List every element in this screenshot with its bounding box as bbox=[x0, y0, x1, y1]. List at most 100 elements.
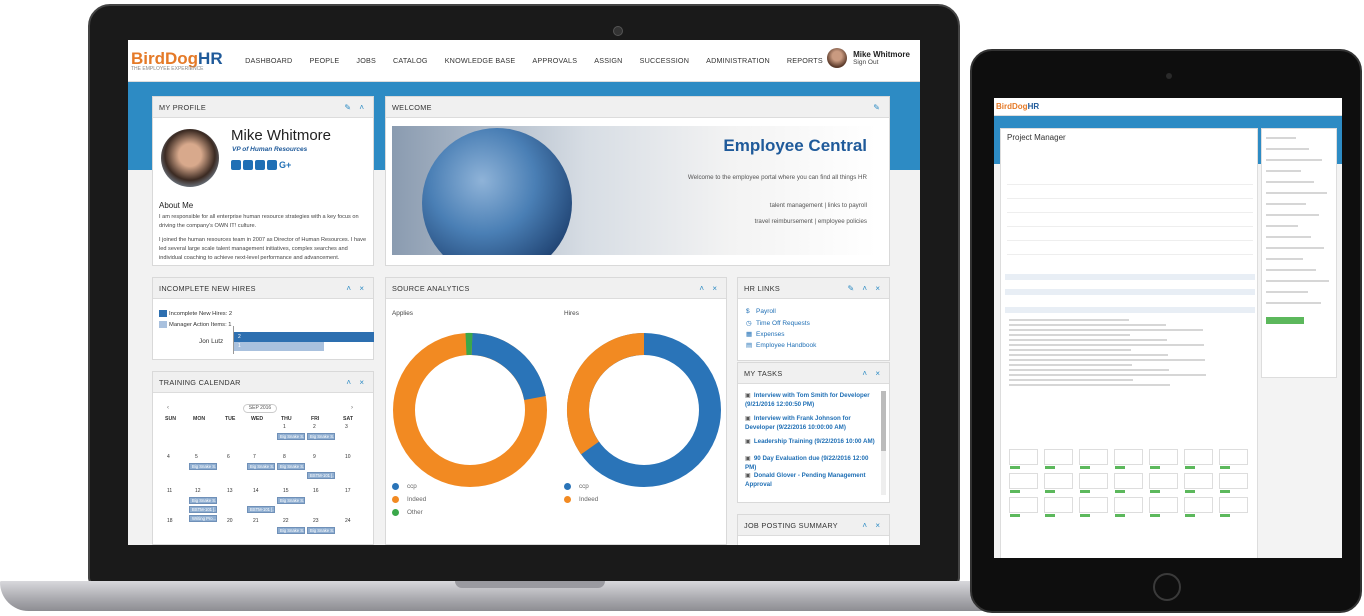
toggle-button[interactable] bbox=[1045, 490, 1055, 493]
job-board-logo[interactable] bbox=[1149, 473, 1178, 489]
panel-controls[interactable]: ˄ × bbox=[862, 521, 883, 530]
user-menu[interactable]: Mike Whitmore Sign Out bbox=[827, 48, 910, 68]
job-board-logo[interactable] bbox=[1009, 497, 1038, 513]
nav-succession[interactable]: SUCCESSION bbox=[631, 56, 698, 65]
section-header[interactable] bbox=[1005, 274, 1255, 280]
candidate-row[interactable] bbox=[1007, 233, 1253, 241]
calendar-event[interactable]: Big Snake S... bbox=[307, 527, 335, 534]
calendar-event[interactable]: Big Snake S... bbox=[189, 463, 217, 470]
calendar-day[interactable]: 16 bbox=[313, 488, 319, 494]
toggle-button[interactable] bbox=[1010, 466, 1020, 469]
link-expenses[interactable]: ▦ Expenses bbox=[746, 330, 785, 338]
task-item[interactable]: ▣ Leadership Training (9/22/2016 10:00 AM… bbox=[745, 437, 877, 446]
section-header[interactable] bbox=[1005, 289, 1255, 295]
job-board-logo[interactable] bbox=[1184, 497, 1213, 513]
nav-administration[interactable]: ADMINISTRATION bbox=[698, 56, 779, 65]
toggle-button[interactable] bbox=[1010, 514, 1020, 517]
job-board-logo[interactable] bbox=[1149, 497, 1178, 513]
calendar-day[interactable]: 15 bbox=[283, 488, 289, 494]
toggle-button[interactable] bbox=[1220, 466, 1230, 469]
scrollbar[interactable] bbox=[881, 391, 886, 495]
distribute-button[interactable] bbox=[1266, 317, 1304, 324]
job-board-logo[interactable] bbox=[1184, 473, 1213, 489]
job-board-logo[interactable] bbox=[1079, 497, 1108, 513]
calendar-day[interactable]: 4 bbox=[167, 454, 170, 460]
calendar-day[interactable]: 8 bbox=[283, 454, 286, 460]
nav-dashboard[interactable]: DASHBOARD bbox=[237, 56, 301, 65]
calendar-event[interactable]: BSTM-101 [... bbox=[189, 506, 217, 513]
calendar-event[interactable]: Big Snake S... bbox=[277, 463, 305, 470]
calendar-event[interactable]: Big Snake S... bbox=[277, 433, 305, 440]
calendar-event[interactable]: BSTM-101 [... bbox=[247, 506, 275, 513]
job-board-logo[interactable] bbox=[1114, 449, 1143, 465]
candidate-row[interactable] bbox=[1007, 205, 1253, 213]
calendar-day[interactable]: 9 bbox=[313, 454, 316, 460]
link-payroll[interactable]: $ Payroll bbox=[746, 308, 776, 315]
panel-controls[interactable]: ˄ × bbox=[862, 369, 883, 378]
linkedin-icon[interactable] bbox=[255, 160, 265, 170]
task-item[interactable]: ▣ Interview with Tom Smith for Developer … bbox=[745, 391, 877, 409]
task-item[interactable]: ▣ Donald Glover - Pending Management Appr… bbox=[745, 471, 877, 489]
job-board-logo[interactable] bbox=[1149, 449, 1178, 465]
nav-catalog[interactable]: CATALOG bbox=[385, 56, 437, 65]
calendar-event[interactable]: Big Snake S... bbox=[189, 497, 217, 504]
toggle-button[interactable] bbox=[1150, 514, 1160, 517]
calendar-day[interactable]: 17 bbox=[345, 488, 351, 494]
toggle-button[interactable] bbox=[1220, 514, 1230, 517]
twitter-icon[interactable] bbox=[243, 160, 253, 170]
toggle-button[interactable] bbox=[1185, 466, 1195, 469]
link-handbook[interactable]: ▤ Employee Handbook bbox=[746, 341, 816, 349]
prev-month-button[interactable]: ‹ bbox=[167, 405, 169, 411]
calendar-day[interactable]: 11 bbox=[167, 488, 172, 494]
candidate-row[interactable] bbox=[1007, 247, 1253, 255]
candidate-row[interactable] bbox=[1007, 219, 1253, 227]
home-button[interactable] bbox=[1153, 573, 1181, 601]
job-board-logo[interactable] bbox=[1009, 473, 1038, 489]
next-month-button[interactable]: › bbox=[351, 405, 353, 411]
toggle-button[interactable] bbox=[1010, 490, 1020, 493]
nav-approvals[interactable]: APPROVALS bbox=[524, 56, 586, 65]
job-board-logo[interactable] bbox=[1114, 497, 1143, 513]
calendar-day[interactable]: 12 bbox=[195, 488, 201, 494]
nav-people[interactable]: PEOPLE bbox=[301, 56, 348, 65]
job-board-logo[interactable] bbox=[1079, 449, 1108, 465]
candidate-row[interactable] bbox=[1007, 191, 1253, 199]
calendar-event[interactable]: BSTM-101 [... bbox=[307, 472, 335, 479]
section-header[interactable] bbox=[1005, 307, 1255, 313]
app-logo[interactable]: BirdDogHR THE EMPLOYEE EXPERIENCE bbox=[131, 49, 223, 72]
panel-controls[interactable]: ✎ ˄ × bbox=[848, 284, 884, 293]
nav-assign[interactable]: ASSIGN bbox=[586, 56, 631, 65]
toggle-button[interactable] bbox=[1150, 490, 1160, 493]
calendar-event[interactable]: Big Snake S... bbox=[277, 527, 305, 534]
nav-jobs[interactable]: JOBS bbox=[348, 56, 385, 65]
toggle-button[interactable] bbox=[1115, 490, 1125, 493]
panel-controls[interactable]: ✎ ˄ bbox=[344, 103, 367, 112]
calendar-day[interactable]: 14 bbox=[253, 488, 259, 494]
calendar-event[interactable]: Big Snake S... bbox=[307, 433, 335, 440]
edit-icon[interactable]: ✎ bbox=[873, 103, 883, 112]
job-board-logo[interactable] bbox=[1184, 449, 1213, 465]
calendar-day[interactable]: 7 bbox=[253, 454, 256, 460]
toggle-button[interactable] bbox=[1045, 466, 1055, 469]
panel-controls[interactable]: ˄ × bbox=[346, 378, 367, 387]
toggle-button[interactable] bbox=[1080, 490, 1090, 493]
calendar-day[interactable]: 22 bbox=[283, 518, 289, 524]
calendar-event[interactable]: Big Snake S... bbox=[247, 463, 275, 470]
job-board-logo[interactable] bbox=[1044, 497, 1073, 513]
calendar-day[interactable]: 24 bbox=[345, 518, 351, 524]
job-board-logo[interactable] bbox=[1114, 473, 1143, 489]
sign-out-link[interactable]: Sign Out bbox=[853, 59, 910, 66]
nav-reports[interactable]: REPORTS bbox=[778, 56, 831, 65]
nav-knowledge-base[interactable]: KNOWLEDGE BASE bbox=[436, 56, 524, 65]
job-board-logo[interactable] bbox=[1079, 473, 1108, 489]
calendar-day[interactable]: 6 bbox=[227, 454, 230, 460]
task-item[interactable]: ▣ 90 Day Evaluation due (9/22/2016 12:00 … bbox=[745, 454, 877, 472]
job-board-logo[interactable] bbox=[1009, 449, 1038, 465]
calendar-day[interactable]: 13 bbox=[227, 488, 233, 494]
tablet-logo[interactable]: BirdDogHR bbox=[996, 102, 1039, 111]
calendar-day[interactable]: 2 bbox=[313, 424, 316, 430]
toggle-button[interactable] bbox=[1080, 514, 1090, 517]
calendar-day[interactable]: 3 bbox=[345, 424, 348, 430]
job-board-logo[interactable] bbox=[1044, 473, 1073, 489]
toggle-button[interactable] bbox=[1115, 466, 1125, 469]
